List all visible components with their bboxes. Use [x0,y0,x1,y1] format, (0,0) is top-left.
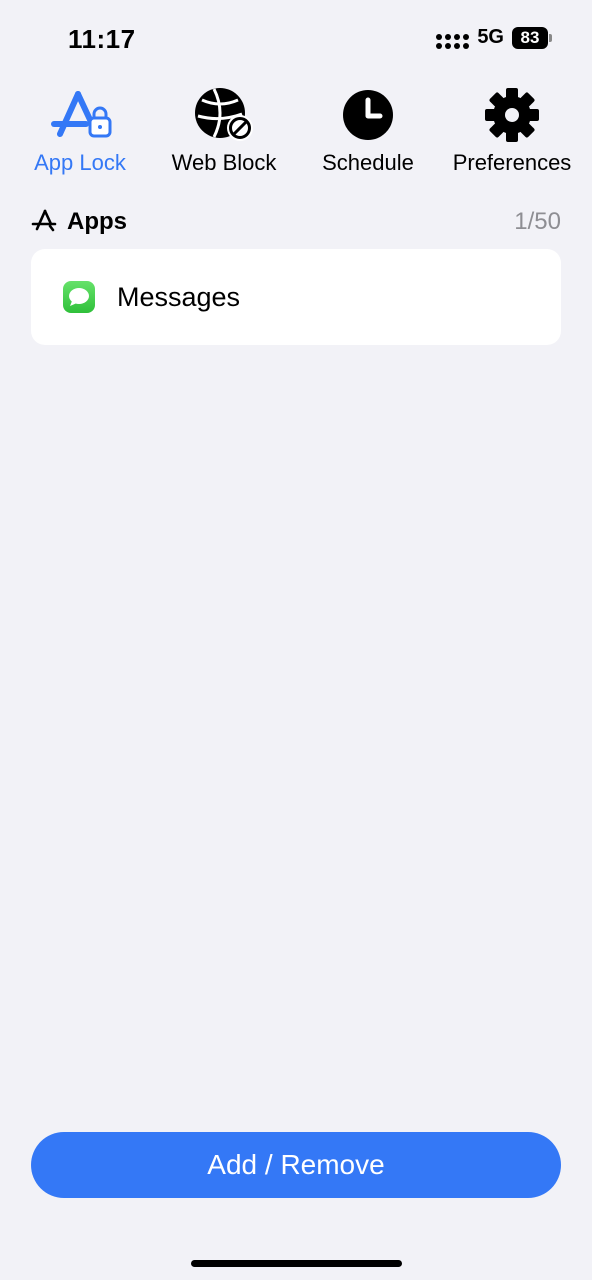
app-count: 1/50 [514,208,561,235]
section-title: Apps [67,208,127,235]
clock-icon [336,86,400,144]
tab-web-block[interactable]: Web Block [154,86,294,176]
add-remove-label: Add / Remove [207,1149,385,1180]
tab-label-schedule: Schedule [322,150,414,175]
status-time: 11:17 [68,24,136,54]
gear-icon [480,86,544,144]
messages-icon [63,281,95,313]
status-bar: 11:17 5G 83 [0,0,592,80]
app-store-icon [31,207,57,238]
battery-icon: 83 [512,26,552,49]
list-item[interactable]: Messages [31,249,561,345]
apps-section-header: Apps 1/50 [31,206,561,238]
app-list: Messages [31,249,561,345]
battery-level: 83 [512,26,548,49]
tab-schedule[interactable]: Schedule [298,86,438,176]
app-name: Messages [117,281,241,312]
cellular-signal-icon [436,27,470,49]
app-lock-icon [48,86,112,144]
tab-app-lock[interactable]: App Lock [10,86,150,176]
add-remove-button[interactable]: Add / Remove [31,1132,561,1198]
tab-preferences[interactable]: Preferences [442,86,582,176]
status-indicators: 5G 83 [436,26,552,49]
web-block-icon [192,86,256,144]
network-type: 5G [477,26,504,48]
tab-label-app-lock: App Lock [34,150,126,175]
home-indicator[interactable] [191,1260,402,1267]
tab-label-preferences: Preferences [452,150,572,175]
top-tab-bar: App Lock Web Block Schedule Preferences [10,86,582,176]
tab-label-web-block: Web Block [171,150,277,175]
